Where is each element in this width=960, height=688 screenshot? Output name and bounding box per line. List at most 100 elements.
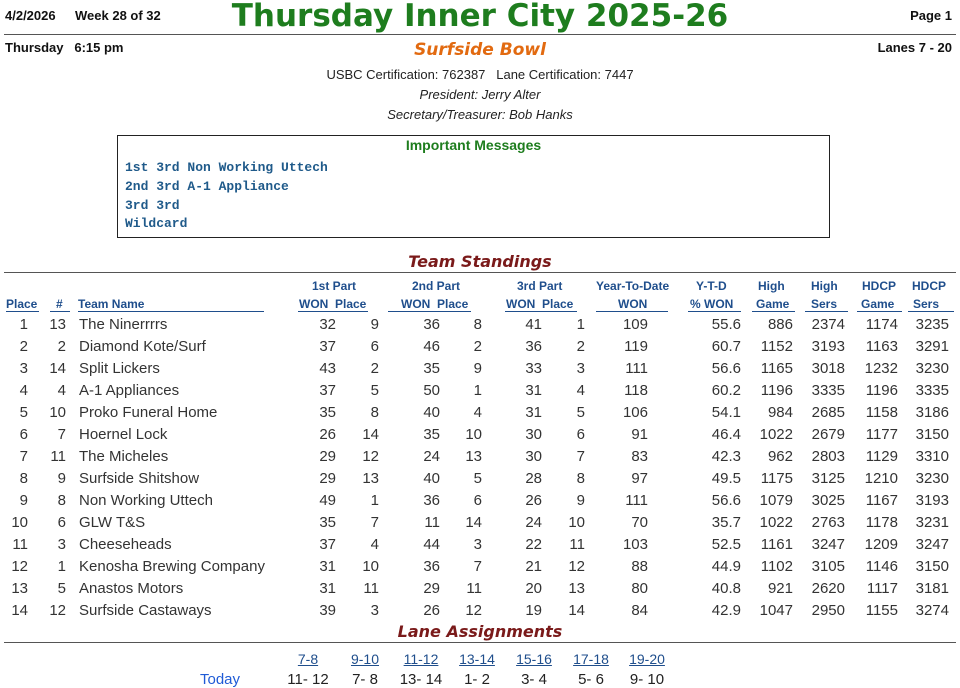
cell-part3-won: 31 [525,382,542,399]
cell-team-name: Anastos Motors [79,580,184,597]
cell-part2-won: 50 [423,382,440,399]
underline [596,311,668,312]
cell-hdcp-series: 3150 [915,426,949,443]
cell-part1-place: 14 [362,426,379,443]
cell-high-series: 3025 [811,492,845,509]
cell-part2-won: 36 [423,492,440,509]
cell-ytd-won: 84 [631,602,648,619]
cell-number: 11 [50,448,66,465]
lanes-rule [4,642,956,643]
cell-hdcp-series: 3230 [915,360,949,377]
cell-part1-won: 49 [319,492,336,509]
cell-place: 6 [19,426,28,443]
cell-hdcp-game: 1146 [865,558,898,575]
cell-high-game: 984 [767,404,793,421]
cell-part2-won: 40 [423,470,440,487]
message-line: 2nd 3rd A-1 Appliance [125,179,289,194]
lane-assignment: 7- 8 [352,671,378,688]
col-high-series: High [811,279,838,293]
lane-pair-header: 19-20 [629,651,665,667]
lane-pair-header: 17-18 [573,651,609,667]
col-part1-sub: WON Place [299,297,367,311]
cell-part2-won: 35 [423,360,440,377]
lane-assignment: 13- 14 [399,671,443,688]
cell-team-name: Surfside Shitshow [79,470,200,487]
bowl-name: Surfside Bowl [414,40,546,60]
cell-ytd-pct: 42.3 [711,448,741,465]
cell-ytd-won: 106 [622,404,648,421]
lanes-title: Lane Assignments [397,622,563,641]
cell-part2-place: 8 [473,316,482,333]
cell-part3-place: 3 [576,360,585,377]
page-number: Page 1 [910,8,952,23]
cell-place: 9 [19,492,28,509]
cell-number: 3 [57,536,66,553]
cell-number: 10 [49,404,66,421]
cell-ytd-pct: 42.9 [711,602,741,619]
cell-hdcp-game: 1196 [865,382,898,399]
col-ytd-sub: WON [618,297,648,311]
cell-place: 2 [19,338,28,355]
cell-high-series: 2803 [811,448,845,465]
cell-high-game: 1152 [760,338,793,355]
cell-part3-won: 22 [525,536,542,553]
cell-part1-place: 2 [370,360,379,377]
cell-hdcp-game: 1178 [865,514,898,531]
lane-pair-header: 13-14 [459,651,495,667]
messages-title: Important Messages [405,137,542,153]
league-title: Thursday Inner City 2025-26 [231,0,729,34]
cell-hdcp-game: 1158 [865,404,898,421]
underline [298,311,368,312]
lanes-range: Lanes 7 - 20 [877,40,952,55]
cell-hdcp-series: 3150 [915,558,949,575]
lane-assignment: 11- 12 [287,671,329,688]
underline [752,311,795,312]
cell-part2-won: 24 [423,448,440,465]
cell-part2-place: 3 [473,536,482,553]
cell-part1-place: 11 [363,580,379,597]
cell-team-name: The Ninerrrrs [79,316,168,333]
cell-number: 12 [49,602,66,619]
cell-hdcp-game: 1167 [865,492,898,509]
cell-place: 10 [11,514,28,531]
col-part1: 1st Part [312,279,357,293]
cell-part1-won: 26 [319,426,336,443]
cell-part1-won: 37 [319,338,336,355]
cell-part2-won: 35 [423,426,440,443]
cell-number: 5 [57,580,66,597]
cell-ytd-won: 118 [624,382,648,399]
cell-number: 7 [57,426,66,443]
cell-place: 8 [19,470,28,487]
cell-high-game: 921 [767,580,793,597]
cell-ytd-pct: 46.4 [711,426,741,443]
cell-high-game: 962 [767,448,793,465]
cell-part2-won: 40 [423,404,440,421]
cell-hdcp-series: 3181 [915,580,949,597]
cell-part1-place: 10 [362,558,379,575]
cell-hdcp-series: 3310 [915,448,949,465]
cell-place: 3 [19,360,28,377]
underline [688,311,741,312]
cell-part1-won: 39 [319,602,336,619]
cell-hdcp-series: 3231 [915,514,949,531]
cell-part1-won: 29 [319,470,336,487]
cell-hdcp-game: 1117 [866,580,898,597]
cell-hdcp-game: 1174 [865,316,898,333]
cell-part3-won: 21 [525,558,542,575]
cell-high-game: 1022 [759,514,793,531]
cell-part3-place: 2 [576,338,585,355]
cell-high-game: 1022 [759,426,793,443]
secretary-line: Secretary/Treasurer: Bob Hanks [387,107,573,122]
cell-part1-place: 13 [362,470,379,487]
cell-part2-place: 12 [465,602,482,619]
cell-hdcp-series: 3193 [915,492,949,509]
cell-number: 2 [57,338,66,355]
lane-assignment: 1- 2 [464,671,490,688]
cell-ytd-pct: 60.2 [711,382,741,399]
cell-number: 4 [57,382,66,399]
underline [78,311,264,312]
cell-part1-place: 7 [370,514,379,531]
cell-ytd-won: 109 [622,316,648,333]
cell-hdcp-series: 3247 [915,536,949,553]
cell-part3-place: 10 [568,514,585,531]
